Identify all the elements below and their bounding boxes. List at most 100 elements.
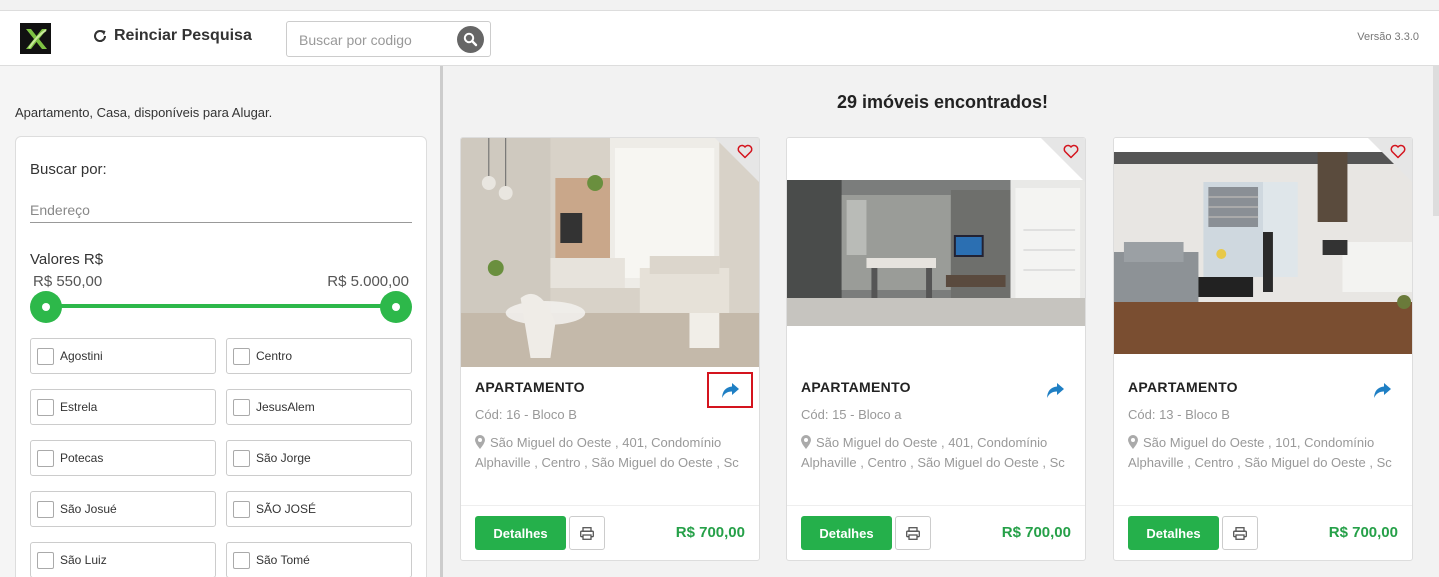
checkbox-label: Potecas [60,451,104,465]
filter-card: Buscar por: Valores R$ R$ 550,00 R$ 5.00… [15,136,427,577]
property-photo-area[interactable] [1114,138,1412,368]
checkbox-label: JesusAlem [256,400,315,414]
checkbox-label: São Luiz [60,553,107,567]
property-address-text: São Miguel do Oeste , 401, Condomínio Al… [801,435,1065,470]
checkbox-box[interactable] [37,500,54,518]
share-button[interactable] [1368,378,1396,402]
property-card: APARTAMENTO Cód: 15 - Bloco a São Miguel… [786,137,1086,561]
neighborhood-checkbox[interactable]: Centro [226,338,412,374]
location-pin-icon [1128,435,1138,449]
property-type: APARTAMENTO [475,379,585,395]
details-button[interactable]: Detalhes [475,516,566,550]
address-input[interactable] [30,197,412,223]
neighborhood-checkbox[interactable]: Potecas [30,440,216,476]
property-price: R$ 700,00 [675,524,745,541]
search-icon [463,32,478,47]
share-button[interactable] [707,372,753,408]
filter-description: Apartamento, Casa, disponíveis para Alug… [15,105,273,120]
refresh-icon [94,30,107,42]
print-button[interactable] [1222,516,1258,550]
share-arrow-icon [1047,382,1064,398]
property-photo-area[interactable] [461,138,759,368]
neighborhood-checkbox[interactable]: JesusAlem [226,389,412,425]
checkbox-label: Agostini [60,349,103,363]
code-search-input[interactable] [299,30,449,50]
card-divider [787,505,1085,506]
share-arrow-icon [722,382,739,398]
neighborhood-checkbox[interactable]: São Tomé [226,542,412,577]
property-photo-area[interactable] [787,138,1085,368]
search-by-label: Buscar por: [30,161,107,178]
property-address-text: São Miguel do Oeste , 101, Condomínio Al… [1128,435,1392,470]
checkbox-label: Estrela [60,400,98,414]
neighborhood-checkbox[interactable]: São Luiz [30,542,216,577]
page-scrollbar[interactable] [1433,66,1439,216]
neighborhood-checkbox[interactable]: Estrela [30,389,216,425]
location-pin-icon [801,435,811,449]
reset-search-label: Reinciar Pesquisa [114,27,252,44]
property-card: APARTAMENTO Cód: 16 - Bloco B São Miguel… [460,137,760,561]
neighborhood-checkbox[interactable]: São Jorge [226,440,412,476]
checkbox-label: São Josué [60,502,117,516]
share-arrow-icon [1374,382,1391,398]
code-search-box [286,21,491,57]
price-slider-min-handle[interactable] [30,291,62,323]
checkbox-box[interactable] [233,347,250,365]
details-button[interactable]: Detalhes [1128,516,1219,550]
checkbox-label: São Tomé [256,553,310,567]
price-range-label: Valores R$ [30,251,104,268]
card-divider [461,505,759,506]
checkbox-box[interactable] [37,398,54,416]
filter-panel: Apartamento, Casa, disponíveis para Alug… [0,66,443,577]
neighborhood-checkbox[interactable]: São Josué [30,491,216,527]
results-count-title: 29 imóveis encontrados! [836,92,1049,112]
checkbox-box[interactable] [37,449,54,467]
details-button[interactable]: Detalhes [801,516,892,550]
location-pin-icon [475,435,485,449]
checkbox-box[interactable] [233,398,250,416]
property-type: APARTAMENTO [801,379,911,395]
printer-icon [1233,526,1247,540]
checkbox-label: Centro [256,349,293,363]
checkbox-box[interactable] [233,500,250,518]
logo[interactable] [20,23,51,54]
price-min-value: R$ 550,00 [33,273,103,290]
favorite-heart-icon[interactable] [1390,144,1406,164]
printer-icon [580,526,594,540]
printer-icon [906,526,920,540]
property-photo[interactable] [1114,152,1412,354]
favorite-heart-icon[interactable] [737,144,753,164]
checkbox-label: SÃO JOSÉ [256,502,317,516]
checkbox-box[interactable] [233,551,250,569]
price-max-value: R$ 5.000,00 [327,273,409,290]
card-divider [1114,505,1412,506]
property-address-text: São Miguel do Oeste , 401, Condomínio Al… [475,435,739,470]
property-code: Cód: 15 - Bloco a [801,407,902,422]
reset-search-button[interactable]: Reinciar Pesquisa [92,27,252,45]
print-button[interactable] [895,516,931,550]
property-card: APARTAMENTO Cód: 13 - Bloco B São Miguel… [1113,137,1413,561]
checkbox-box[interactable] [233,449,250,467]
checkbox-box[interactable] [37,347,54,365]
property-price: R$ 700,00 [1001,524,1071,541]
property-code: Cód: 16 - Bloco B [475,407,577,422]
share-button[interactable] [1041,378,1069,402]
price-slider-max-handle[interactable] [380,291,412,323]
neighborhood-checkbox[interactable]: Agostini [30,338,216,374]
checkbox-box[interactable] [37,551,54,569]
property-code: Cód: 13 - Bloco B [1128,407,1230,422]
search-button[interactable] [457,26,484,53]
property-address: São Miguel do Oeste , 101, Condomínio Al… [1128,433,1403,473]
property-address: São Miguel do Oeste , 401, Condomínio Al… [475,433,750,473]
property-price: R$ 700,00 [1328,524,1398,541]
neighborhood-checkbox[interactable]: SÃO JOSÉ [226,491,412,527]
property-type: APARTAMENTO [1128,379,1238,395]
logo-icon [25,28,47,49]
version-label: Versão 3.3.0 [1357,31,1419,43]
property-photo[interactable] [787,180,1085,326]
print-button[interactable] [569,516,605,550]
property-address: São Miguel do Oeste , 401, Condomínio Al… [801,433,1076,473]
top-bar: Reinciar Pesquisa Versão 3.3.0 [0,10,1439,66]
favorite-heart-icon[interactable] [1063,144,1079,164]
price-slider-track[interactable] [46,304,396,308]
